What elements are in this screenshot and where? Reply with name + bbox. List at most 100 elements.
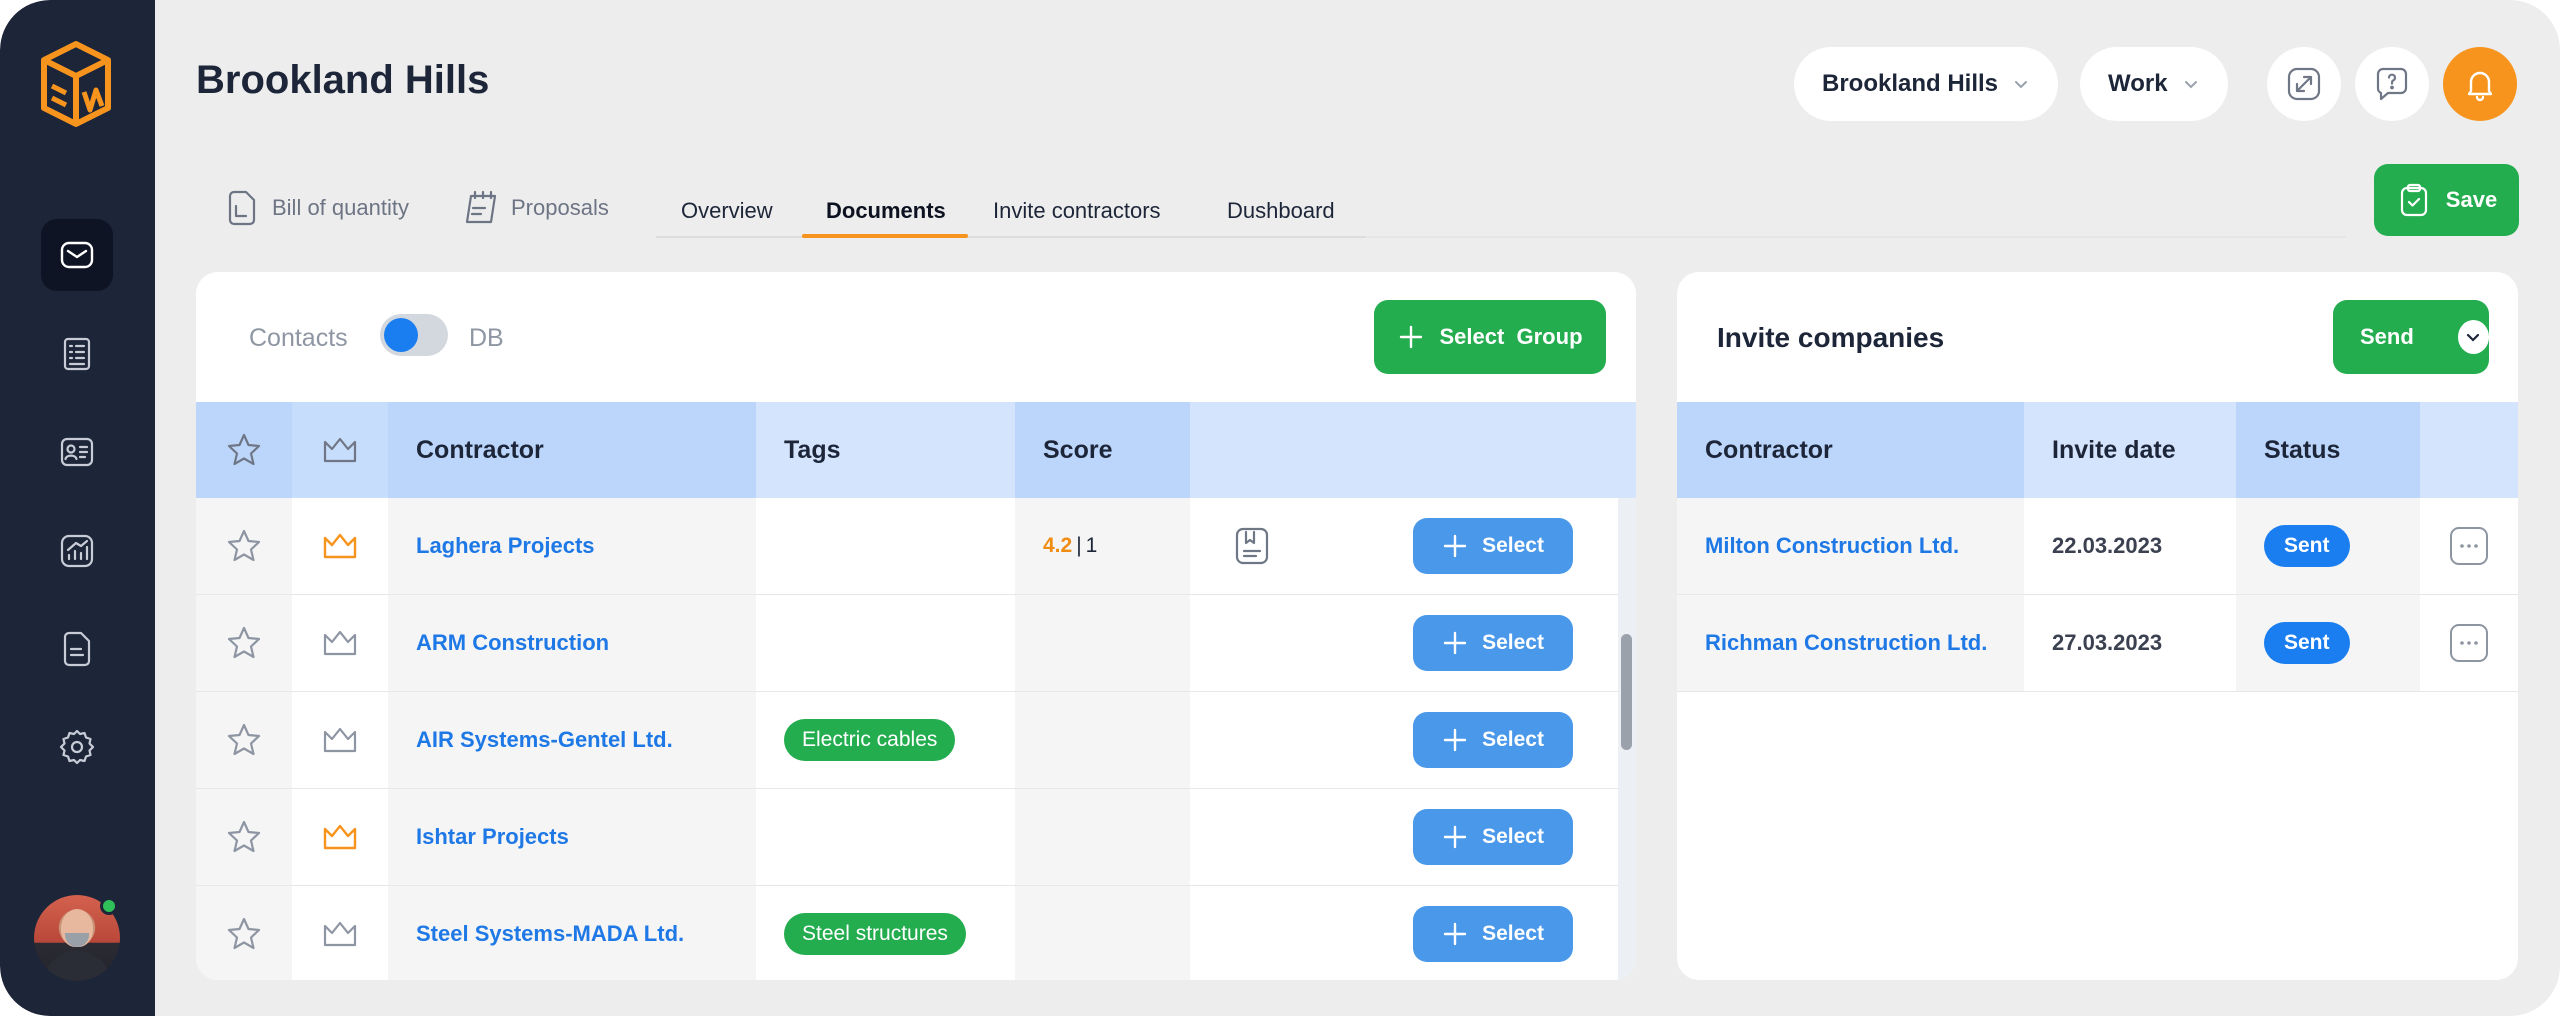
contractor-link[interactable]: Richman Construction Ltd. [1705,630,1987,656]
select-label: Select [1482,631,1544,654]
header-actions [2420,402,2518,498]
tags-cell [756,498,1015,594]
send-button[interactable]: Send [2333,300,2489,374]
status-cell: Sent [2236,595,2420,691]
crown-icon [323,630,357,656]
star-icon [227,820,261,853]
select-group-button[interactable]: Select Group [1374,300,1606,374]
crown-cell[interactable] [292,498,388,594]
tags-cell: Steel structures [756,886,1015,980]
more-options-button[interactable] [2450,527,2488,565]
crown-cell[interactable] [292,595,388,691]
document-bookmark-icon[interactable] [1230,524,1274,568]
crown-cell[interactable] [292,789,388,885]
header-favorite[interactable] [196,402,292,498]
header-contractor[interactable]: Contractor [1677,402,2024,498]
avatar-body [42,951,112,981]
header-contractor[interactable]: Contractor [388,402,756,498]
select-label: Select [1482,728,1544,751]
score-cell [1015,692,1190,788]
star-icon [227,433,261,466]
contractor-link[interactable]: ARM Construction [416,630,609,656]
app-frame: Brookland Hills Brookland Hills Work Bil… [0,0,2560,1016]
settings-icon [59,729,95,765]
table-row: Steel Systems-MADA Ltd. Steel structures… [196,886,1618,980]
tab-documents[interactable]: Documents [826,198,946,224]
tag-badge[interactable]: Electric cables [784,719,956,761]
nav-analytics[interactable] [41,515,113,587]
tab-label: Proposals [511,195,609,220]
tags-cell: Electric cables [756,692,1015,788]
calendar-icon [465,190,497,224]
header-tags[interactable]: Tags [756,402,1015,498]
actions-cell: Select [1190,886,1618,980]
contractor-link[interactable]: AIR Systems-Gentel Ltd. [416,727,673,753]
score-cell [1015,595,1190,691]
tab-dashboard[interactable]: Dushboard [1227,198,1335,224]
nav-contacts[interactable] [41,416,113,488]
send-options-toggle[interactable] [2457,320,2489,354]
date-cell: 27.03.2023 [2024,595,2236,691]
nav-documents[interactable] [41,613,113,685]
header-score[interactable]: Score [1015,402,1190,498]
favorite-cell[interactable] [196,595,292,691]
contractor-link[interactable]: Ishtar Projects [416,824,569,850]
favorite-cell[interactable] [196,886,292,980]
crown-cell[interactable] [292,886,388,980]
tag-badge[interactable]: Steel structures [784,913,966,955]
select-button[interactable]: Select [1413,518,1573,574]
help-button[interactable] [2355,47,2429,121]
nav-mail[interactable] [41,219,113,291]
contractor-link[interactable]: Milton Construction Ltd. [1705,533,1959,559]
favorite-cell[interactable] [196,498,292,594]
select-button[interactable]: Select [1413,809,1573,865]
select-button[interactable]: Select [1413,906,1573,962]
contractor-link[interactable]: Laghera Projects [416,533,595,559]
plus-icon [1443,922,1467,946]
contractor-link[interactable]: Steel Systems-MADA Ltd. [416,921,684,947]
crown-cell[interactable] [292,692,388,788]
project-select[interactable]: Brookland Hills [1794,47,2059,121]
select-label: Select [1482,825,1544,848]
actions-cell: Select [1190,789,1618,885]
contractors-panel: Contacts DB Select Group Contractor Tags… [196,272,1636,980]
table-row: Richman Construction Ltd. 27.03.2023 Sen… [1677,595,2518,692]
tab-proposals[interactable]: Proposals [461,188,609,228]
analytics-icon [60,534,94,568]
contractors-table-header: Contractor Tags Score [196,402,1636,498]
invite-date: 22.03.2023 [2052,533,2163,558]
select-label: Select [1482,534,1544,557]
save-button[interactable]: Save [2374,164,2519,236]
online-status-dot [100,897,118,915]
plus-icon [1400,325,1423,349]
nav-settings[interactable] [41,711,113,783]
tab-bill-of-quantity[interactable]: Bill of quantity [222,188,409,228]
source-toggle[interactable] [380,314,448,356]
mode-select[interactable]: Work [2080,47,2228,121]
contractor-cell: Laghera Projects [388,498,756,594]
header-invite-date[interactable]: Invite date [2024,402,2236,498]
status-badge: Sent [2264,525,2350,567]
table-row: Ishtar Projects Select [196,789,1618,886]
scrollbar-thumb[interactable] [1621,634,1632,750]
crown-icon [323,533,357,559]
header-actions [1190,402,1636,498]
tags-cell [756,595,1015,691]
more-options-button[interactable] [2450,624,2488,662]
page-title: Brookland Hills [196,58,490,102]
favorite-cell[interactable] [196,789,292,885]
select-button[interactable]: Select [1413,615,1573,671]
nav-list[interactable] [41,318,113,390]
header-crown[interactable] [292,402,388,498]
header-status[interactable]: Status [2236,402,2420,498]
tab-overview[interactable]: Overview [681,198,773,224]
favorite-cell[interactable] [196,692,292,788]
notifications-button[interactable] [2443,47,2517,121]
actions-cell [2420,595,2518,691]
contractor-cell: Ishtar Projects [388,789,756,885]
actions-cell: Select [1190,595,1618,691]
expand-button[interactable] [2267,47,2341,121]
score-cell: 4.2 | 1 [1015,498,1190,594]
tab-invite-contractors[interactable]: Invite contractors [993,198,1161,224]
select-button[interactable]: Select [1413,712,1573,768]
